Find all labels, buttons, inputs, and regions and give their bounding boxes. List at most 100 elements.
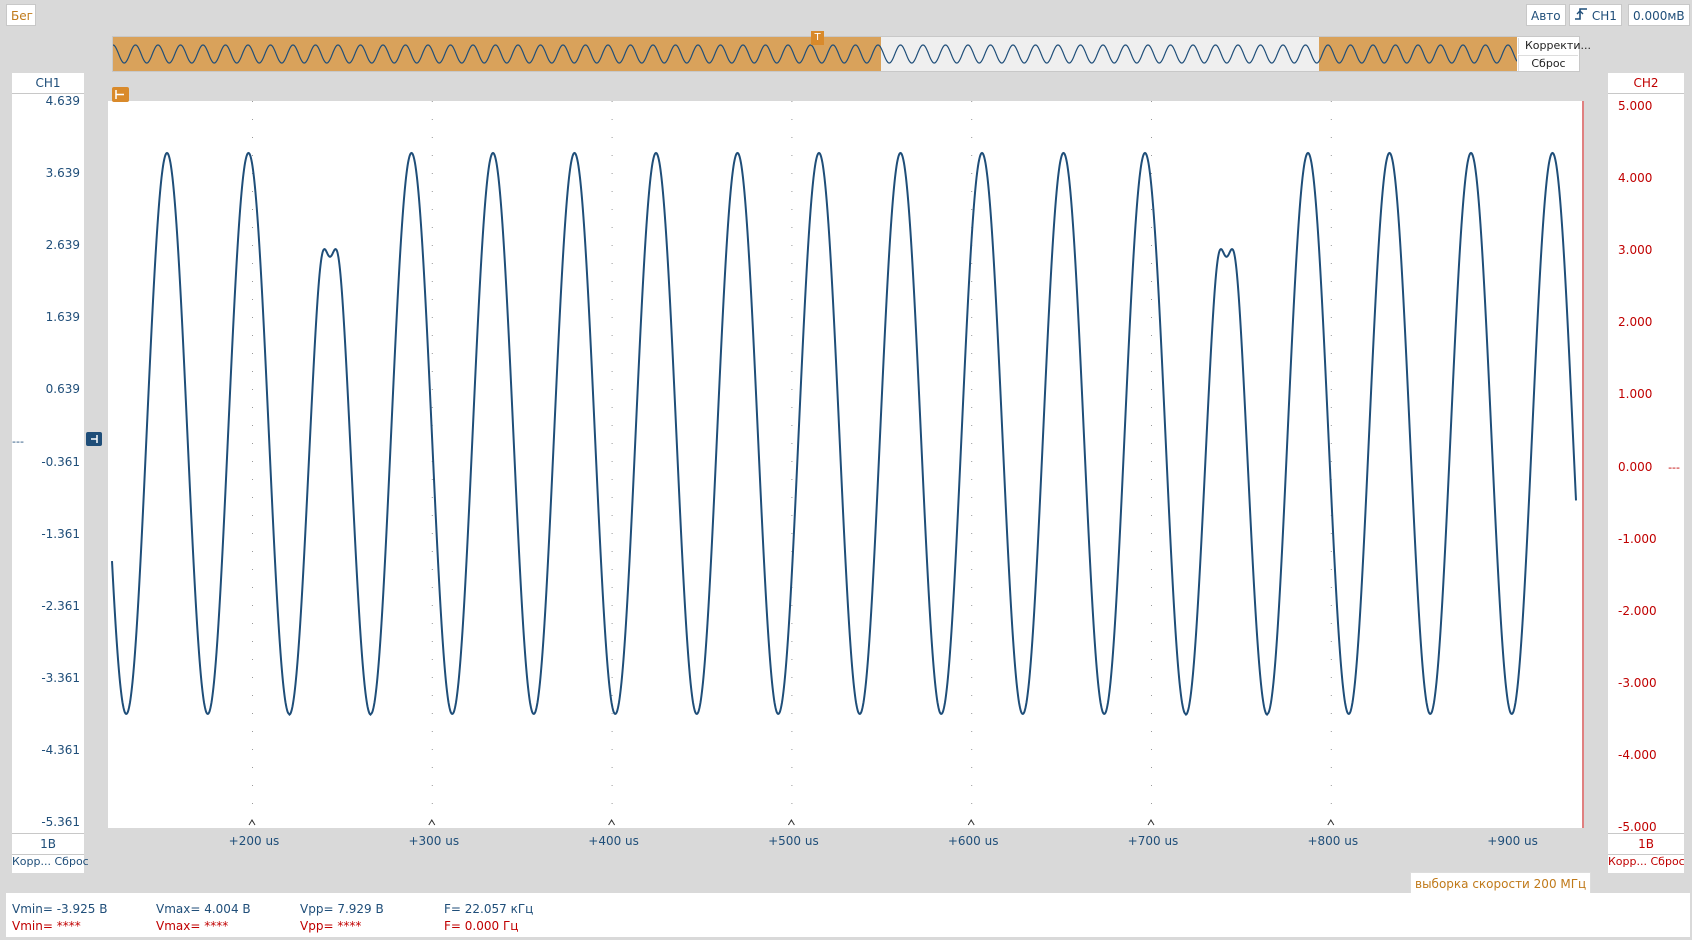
grid-dot	[1330, 173, 1332, 174]
grid-dot	[971, 335, 973, 336]
grid-dot	[971, 317, 973, 318]
grid-dot	[1330, 299, 1332, 300]
ch1-scale[interactable]: 1В	[12, 833, 84, 855]
grid-dot	[611, 713, 613, 714]
grid-dot	[971, 155, 973, 156]
grid-dot	[431, 299, 433, 300]
grid-dot	[431, 551, 433, 552]
grid-dot	[1151, 281, 1152, 282]
grid-dot	[611, 587, 613, 588]
grid-dot	[1330, 335, 1332, 336]
measurements-panel: Vmin= -3.925 В Vmax= 4.004 В Vpp= 7.929 …	[6, 893, 1690, 937]
time-tick-label: +300 us	[408, 834, 460, 848]
grid-dot	[252, 587, 253, 588]
grid-dot	[791, 245, 793, 246]
waveform-overview[interactable]	[112, 36, 1580, 72]
trigger-source-label: CH1	[1591, 9, 1617, 23]
overview-selected-region	[113, 37, 881, 71]
grid-dot	[252, 551, 253, 552]
trigger-level-button[interactable]: 0.000мВ	[1628, 4, 1690, 26]
time-tick-label: +500 us	[768, 834, 819, 848]
grid-dot	[1151, 551, 1152, 552]
ch2-tick-label: 1.000	[1618, 387, 1653, 402]
run-stop-button[interactable]: Бег	[6, 4, 36, 26]
grid-dot	[791, 299, 793, 300]
grid-dot	[252, 245, 253, 246]
grid-dot	[791, 677, 793, 678]
ch2-tick-label: -2.000	[1618, 603, 1657, 618]
grid-dot	[252, 785, 253, 786]
trigger-mode-button[interactable]: Авто	[1526, 4, 1566, 26]
time-tick-label: +700 us	[1127, 834, 1179, 848]
grid-dot	[1330, 623, 1332, 624]
overview-correct-button[interactable]: Корректи...	[1518, 38, 1591, 54]
grid-dot	[252, 659, 253, 660]
grid-dot	[791, 533, 793, 534]
grid-dot	[431, 101, 433, 102]
ch1-tick-label: 0.639	[45, 382, 80, 397]
grid-dot	[1151, 119, 1152, 120]
grid-dot	[431, 767, 433, 768]
grid-dot	[431, 803, 433, 804]
ch2-tick-label: 5.000	[1618, 99, 1653, 113]
time-tick-mark	[967, 819, 975, 826]
ch1-vmin: Vmin= -3.925 В	[12, 902, 108, 916]
grid-dot	[252, 497, 253, 498]
ch1-frequency: F= 22.057 кГц	[444, 902, 534, 916]
grid-dot	[1151, 641, 1152, 642]
grid-dot	[971, 209, 973, 210]
grid-dot	[791, 371, 793, 372]
grid-dot	[971, 497, 973, 498]
grid-dot	[971, 731, 973, 732]
ch1-tick-label: 1.639	[45, 310, 80, 325]
grid-dot	[971, 389, 973, 390]
grid-dot	[252, 371, 253, 372]
grid-dot	[971, 479, 973, 480]
grid-dot	[431, 191, 433, 192]
grid-dot	[431, 677, 433, 678]
grid-dot	[431, 605, 433, 606]
grid-dot	[252, 695, 253, 696]
grid-dot	[1151, 695, 1152, 696]
ch2-label[interactable]: CH2	[1608, 73, 1684, 94]
grid-dot	[431, 623, 433, 624]
ch2-footer-buttons[interactable]: Корр... Сброс	[1608, 855, 1685, 868]
grid-dot	[791, 659, 793, 660]
ch1-footer-buttons[interactable]: Корр... Сброс	[12, 855, 89, 868]
grid-dot	[791, 515, 793, 516]
grid-dot	[431, 785, 433, 786]
grid-dot	[611, 605, 613, 606]
grid-dot	[431, 731, 433, 732]
grid-dot	[1151, 443, 1152, 444]
grid-dot	[611, 425, 613, 426]
grid-dot	[431, 353, 433, 354]
overview-reset-button[interactable]: Сброс	[1518, 55, 1578, 71]
grid-dot	[1151, 209, 1152, 210]
ch1-offset-marker[interactable]	[86, 432, 102, 446]
grid-dot	[431, 695, 433, 696]
grid-dot	[1330, 587, 1332, 588]
grid-dot	[1330, 317, 1332, 318]
grid-dot	[611, 119, 613, 120]
grid-dot	[791, 119, 793, 120]
grid-dot	[252, 407, 253, 408]
ch1-ground-marker: ---	[12, 435, 24, 448]
grid-dot	[1330, 155, 1332, 156]
ch2-tick-label: 4.000	[1618, 171, 1653, 186]
ch1-tick-label: 3.639	[45, 166, 80, 181]
ch1-label[interactable]: CH1	[12, 73, 84, 94]
trigger-source-button[interactable]: CH1	[1569, 4, 1622, 26]
grid-dot	[1330, 263, 1332, 264]
ch2-scale[interactable]: 1В	[1608, 833, 1684, 855]
grid-dot	[252, 101, 253, 102]
ch2-tick-label: -1.000	[1618, 531, 1657, 546]
grid-dot	[611, 371, 613, 372]
grid-dot	[611, 281, 613, 282]
grid-dot	[431, 263, 433, 264]
plot-trigger-position-marker[interactable]	[112, 87, 129, 102]
overview-trigger-marker[interactable]: T	[811, 31, 824, 45]
grid-dot	[252, 623, 253, 624]
grid-dot	[971, 623, 973, 624]
waveform-plot[interactable]	[108, 101, 1584, 828]
grid-dot	[791, 731, 793, 732]
